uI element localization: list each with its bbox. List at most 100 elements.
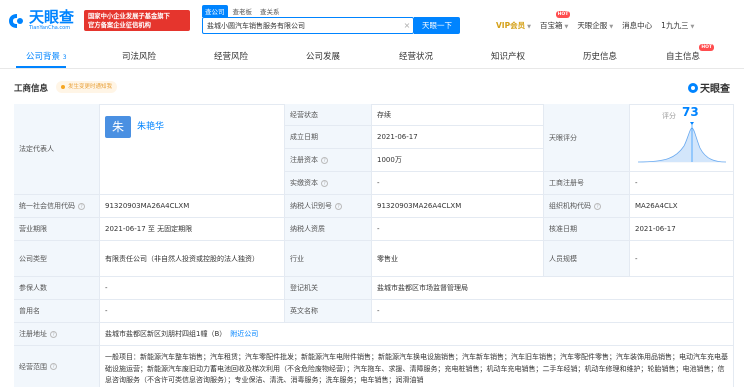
hot-badge: HOT xyxy=(699,44,715,51)
chevron-down-icon: ▼ xyxy=(564,24,569,30)
brand-watermark: 天眼查 xyxy=(688,80,730,95)
industry-value: 零售业 xyxy=(372,241,544,277)
paid-capital-label: 实缴资本? xyxy=(285,172,372,195)
former-name-label: 曾用名 xyxy=(14,300,100,323)
vip-menu[interactable]: VIP会员 ▼ xyxy=(496,20,531,31)
biz-reg-value: - xyxy=(630,172,734,195)
treasure-box-menu[interactable]: 百宝箱 ▼ HOT xyxy=(540,11,571,31)
score-label: 天眼评分 xyxy=(544,104,630,172)
tianyancha-logo-icon xyxy=(688,82,698,93)
credit-code-label-text: 统一社会信用代码 xyxy=(19,202,75,210)
credit-code-value: 91320903MA26A4CLXM xyxy=(100,195,285,218)
chevron-down-icon: ▼ xyxy=(527,24,531,30)
former-name-value: - xyxy=(100,300,285,323)
tab-legal-risk[interactable]: 司法风险 xyxy=(122,47,156,67)
message-center-link[interactable]: 消息中心 xyxy=(622,20,652,31)
logo-subtext: TianYanCha.com xyxy=(29,25,71,31)
insured-count-label: 参保人数 xyxy=(14,277,100,300)
clear-search-icon[interactable]: × xyxy=(401,21,413,30)
active-tab-indicator xyxy=(16,66,66,68)
paid-capital-value: - xyxy=(372,172,544,195)
tax-qual-label: 纳税人资质 xyxy=(285,218,372,241)
help-icon[interactable]: ? xyxy=(594,202,601,210)
search-tab-company[interactable]: 查公司 xyxy=(202,5,228,17)
approve-date-label: 核准日期 xyxy=(544,218,630,241)
logo-text: 天眼查 xyxy=(29,8,75,26)
tianyancha-logo-icon xyxy=(9,13,23,28)
org-code-label-text: 组织机构代码 xyxy=(549,202,591,210)
status-label: 经营状态 xyxy=(285,104,372,126)
legal-rep-value: 朱 朱艳华 xyxy=(100,104,285,195)
insured-count-value: - xyxy=(100,277,285,300)
top-nav: VIP会员 ▼ 百宝箱 ▼ HOT 天眼企服 ▼ 消息中心 1九九三 ▼ xyxy=(496,11,703,31)
search-tab-relation[interactable]: 查关系 xyxy=(257,5,283,17)
english-name-label: 英文名称 xyxy=(285,300,372,323)
avatar: 朱 xyxy=(105,116,131,138)
gov-badge-line1: 国家中小企业发展子基金旗下 xyxy=(88,12,170,20)
org-code-value: MA26A4CLX xyxy=(630,195,734,218)
taxpayer-id-label: 纳税人识别号? xyxy=(285,195,372,218)
term-value: 2021-06-17 至 无固定期限 xyxy=(100,218,285,241)
taxpayer-id-value: 91320903MA26A4CLXM xyxy=(372,195,544,218)
scope-label: 经营范围? xyxy=(14,346,100,387)
address-label: 注册地址? xyxy=(14,323,100,346)
search-input[interactable] xyxy=(203,18,401,33)
user-menu[interactable]: 1九九三 ▼ xyxy=(661,20,694,31)
tab-business-status[interactable]: 经营状况 xyxy=(399,47,433,67)
legal-rep-name-link[interactable]: 朱艳华 xyxy=(137,122,164,132)
section-title: 工商信息 xyxy=(14,84,49,94)
search-tab-boss[interactable]: 查老板 xyxy=(230,5,256,17)
tab-company-development[interactable]: 公司发展 xyxy=(306,47,340,67)
search-button[interactable]: 天眼一下 xyxy=(414,17,460,34)
capital-value: 1000万 xyxy=(372,149,544,172)
address-value: 盐城市盐都区新区刘朋村四组1幢（B） 附近公司 xyxy=(100,323,734,346)
english-name-value: - xyxy=(372,300,734,323)
help-icon[interactable]: ? xyxy=(335,202,342,210)
help-icon[interactable]: ? xyxy=(321,156,328,164)
tab-label: 公司背景 xyxy=(26,52,61,62)
tab-company-background[interactable]: 公司背景 3 xyxy=(26,47,67,68)
search-type-tabs: 查公司 查老板 查关系 xyxy=(202,5,283,17)
help-icon[interactable]: ? xyxy=(321,179,328,187)
search-box: × xyxy=(202,17,414,34)
found-date-label: 成立日期 xyxy=(285,126,372,149)
tab-intellectual-property[interactable]: 知识产权 xyxy=(491,47,525,67)
help-icon[interactable]: ? xyxy=(50,363,57,370)
tab-history[interactable]: 历史信息 xyxy=(583,47,617,67)
staff-size-label: 人员规模 xyxy=(544,241,630,277)
authority-label: 登记机关 xyxy=(285,277,372,300)
score-panel[interactable]: 评分 73 xyxy=(630,104,734,172)
industry-label: 行业 xyxy=(285,241,372,277)
chevron-down-icon: ▼ xyxy=(609,24,614,30)
site-logo[interactable]: 天眼查 TianYanCha.com xyxy=(8,10,74,31)
company-tabs: 公司背景 3 司法风险 经营风险 公司发展 经营状况 知识产权 历史信息 自主信… xyxy=(0,44,744,69)
user-name: 1九九三 xyxy=(661,21,689,30)
tab-self-info[interactable]: 自主信息 HOT xyxy=(666,44,715,67)
help-icon[interactable]: ? xyxy=(50,330,57,338)
paid-capital-label-text: 实缴资本 xyxy=(290,179,318,187)
hot-badge: HOT xyxy=(555,11,571,18)
tax-qual-value: - xyxy=(372,218,544,241)
credit-code-label: 统一社会信用代码? xyxy=(14,195,100,218)
vip-label: VIP会员 xyxy=(496,21,526,30)
scope-label-text: 经营范围 xyxy=(19,362,47,371)
enterprise-service-label: 天眼企服 xyxy=(577,21,608,30)
capital-label-text: 注册资本 xyxy=(290,156,318,164)
top-bar: 天眼查 TianYanCha.com 国家中小企业发展子基金旗下 官方备案企业征… xyxy=(0,0,744,42)
authority-value: 盐城市盐都区市场监督管理局 xyxy=(372,277,734,300)
taxpayer-id-label-text: 纳税人识别号 xyxy=(290,202,332,210)
approve-date-value: 2021-06-17 xyxy=(630,218,734,241)
brand-text: 天眼查 xyxy=(700,84,730,95)
nearby-companies-link[interactable]: 附近公司 xyxy=(230,329,258,339)
company-type-label: 公司类型 xyxy=(14,241,100,277)
term-label: 营业期限 xyxy=(14,218,100,241)
change-notify-button[interactable]: 发生变更时通知我 xyxy=(56,81,118,93)
notify-label: 发生变更时通知我 xyxy=(68,84,113,90)
tab-operation-risk[interactable]: 经营风险 xyxy=(214,47,248,67)
org-code-label: 组织机构代码? xyxy=(544,195,630,218)
enterprise-service-menu[interactable]: 天眼企服 ▼ xyxy=(577,20,613,31)
status-value: 存续 xyxy=(372,104,544,126)
scope-value: 一般项目：新能源汽车整车销售；汽车租赁；汽车零配件批发；新能源汽车电附件销售；新… xyxy=(100,346,734,387)
help-icon[interactable]: ? xyxy=(78,202,85,210)
capital-label: 注册资本? xyxy=(285,149,372,172)
